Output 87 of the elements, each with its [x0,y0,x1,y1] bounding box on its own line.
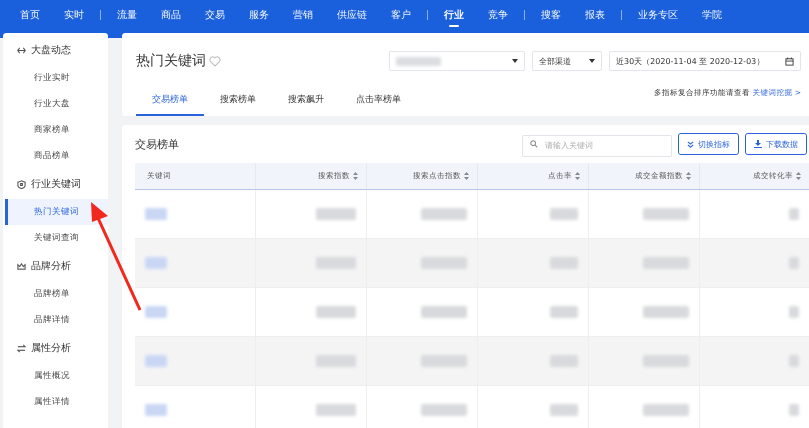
sort-icon[interactable] [686,172,691,180]
nav-tab[interactable]: 行业 [432,0,476,30]
blurred-text [643,404,689,416]
caret-icon [512,59,518,63]
blurred-text [316,257,356,269]
nav-tab[interactable]: 实时 [52,0,96,30]
crown-icon [17,262,26,270]
nav-tab[interactable]: 交易 [193,0,237,30]
sort-icon[interactable] [796,172,801,180]
blurred-text [789,306,799,318]
channel-dropdown[interactable]: 全部渠道 [532,51,602,71]
sidebar-item[interactable]: 行业实时 [5,65,108,91]
blurred-text [550,355,578,367]
blurred-text [396,56,441,66]
nav-tab[interactable]: 商品 [149,0,193,30]
tab[interactable]: 交易榜单 [136,93,204,116]
blurred-text [643,306,689,318]
date-range-picker[interactable]: 近30天（2020-11-04 至 2020-12-03） [609,51,801,71]
nav-tab[interactable]: 客户 [379,0,423,30]
nav-tab[interactable]: 首页 [8,0,52,30]
blurred-text [421,208,467,220]
sidebar-item[interactable]: 商家榜单 [5,117,108,143]
sidebar-group-title: 行业关键词 [31,178,81,191]
nav-tab[interactable]: 业务专区 [626,0,690,30]
shield-icon [17,180,26,188]
nav-tab[interactable]: 服务 [237,0,281,30]
sidebar-group-title: 品牌分析 [31,260,71,273]
chevron-down-icon [687,140,694,148]
blurred-text [789,257,799,269]
blurred-text [316,404,356,416]
blurred-text [550,404,578,416]
sidebar-item[interactable]: 属性详情 [5,389,108,415]
swap-icon [17,344,26,352]
blurred-text [550,208,578,220]
blurred-text [421,355,467,367]
active-indicator [449,25,459,27]
blurred-text [789,355,799,367]
heart-icon[interactable] [209,56,221,66]
blurred-text [789,208,799,220]
nav-tab[interactable]: 营销 [281,0,325,30]
toolbar-button[interactable]: 切换指标 [678,133,739,155]
nav-tab[interactable]: 流量 [105,0,149,30]
sort-icon[interactable] [353,172,358,180]
blurred-text [421,306,467,318]
nav-tab[interactable]: 供应链 [325,0,379,30]
blurred-text [421,257,467,269]
sidebar-item[interactable]: 品牌详情 [5,307,108,333]
blurred-text [316,306,356,318]
search-field[interactable]: 请输入关键词 [522,134,672,156]
page-title: 热门关键词 [136,52,206,70]
tab[interactable]: 搜索飙升 [272,93,340,116]
calendar-icon [785,56,794,66]
nav-tab[interactable]: 学院 [690,0,734,30]
sidebar-item[interactable]: 品牌榜单 [5,281,108,307]
nav-tab[interactable]: 竞争 [476,0,520,30]
blurred-text [421,404,467,416]
nav-tab[interactable]: 搜客 [529,0,573,30]
sidebar-item[interactable]: 属性概况 [5,363,108,389]
blurred-text [145,355,167,367]
sidebar-item[interactable]: 商品榜单 [5,143,108,169]
tab[interactable]: 点击率榜单 [340,93,417,116]
blurred-text [643,257,689,269]
blurred-text [145,306,167,318]
sidebar-item[interactable]: 热门关键词 [5,199,108,225]
tab[interactable]: 搜索榜单 [204,93,272,116]
blurred-text [316,208,356,220]
sidebar-item[interactable]: 行业大盘 [5,91,108,117]
sort-icon[interactable] [464,172,469,180]
blurred-text [643,208,689,220]
caret-icon [589,59,595,63]
sidebar-group-title: 属性分析 [31,342,71,355]
blurred-text [643,355,689,367]
blurred-text [316,355,356,367]
sort-icon[interactable] [575,172,580,180]
sidebar-item[interactable]: 关键词查询 [5,225,108,251]
blurred-text [550,257,578,269]
blurred-text [145,404,167,416]
table-title: 交易榜单 [135,136,179,152]
blurred-text [550,306,578,318]
download-icon [754,140,762,148]
toolbar-button[interactable]: 下载数据 [745,133,807,155]
blurred-text [789,404,799,416]
blurred-text [145,208,167,220]
blurred-text [145,257,167,269]
nav-tab[interactable]: 报表 [573,0,617,30]
arrows-icon [17,46,26,54]
sidebar-group-title: 大盘动态 [31,44,71,57]
